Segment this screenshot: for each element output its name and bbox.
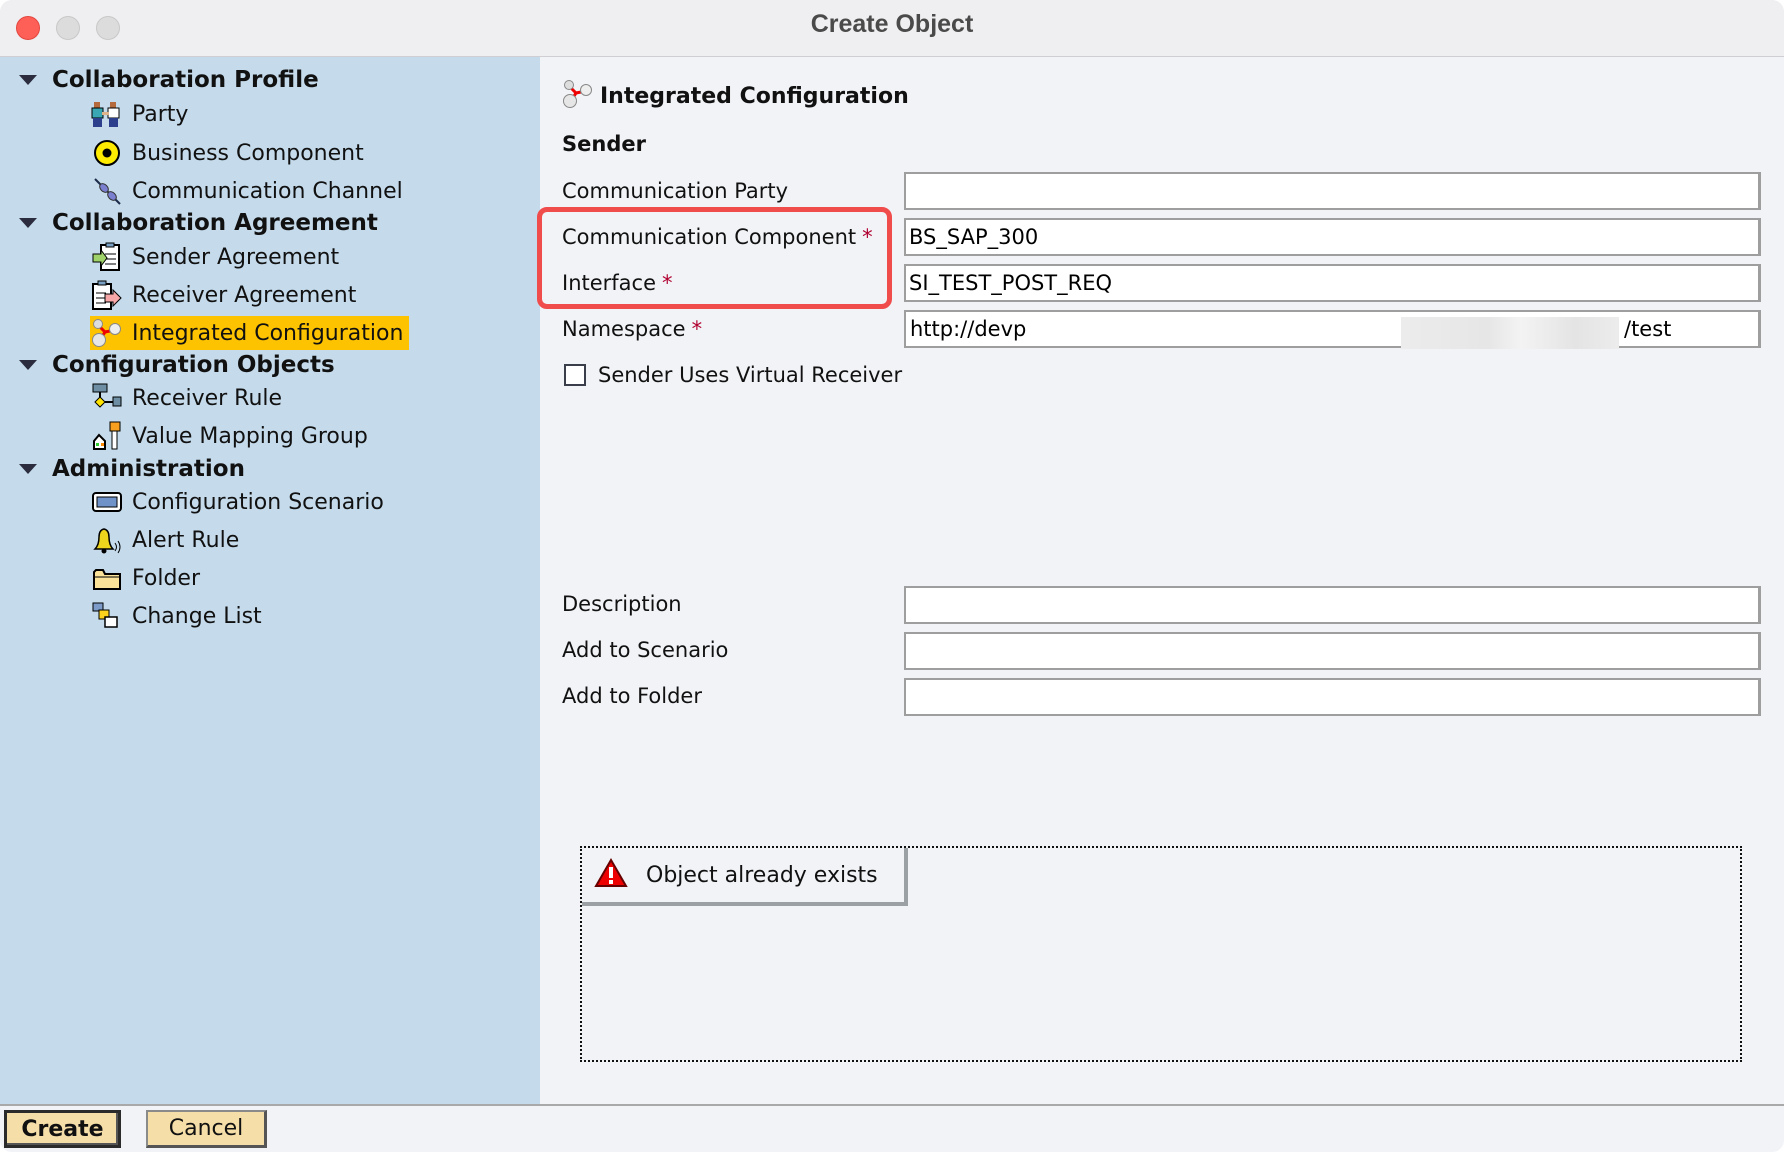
folder-icon (90, 563, 124, 593)
integrated-configuration-icon (90, 318, 124, 348)
change-list-icon (90, 601, 124, 631)
tree-item-folder[interactable]: Folder (90, 561, 206, 595)
redacted-region (1401, 317, 1619, 349)
tree-group-configuration-objects[interactable]: Configuration Objects (0, 348, 335, 382)
tree-item-value-mapping-group[interactable]: Value Mapping Group (90, 419, 374, 453)
interface-input[interactable] (904, 264, 1761, 302)
object-type-heading: Integrated Configuration (562, 79, 909, 113)
tree-item-communication-channel[interactable]: Communication Channel (90, 174, 409, 208)
object-form: Integrated Configuration Sender Communic… (537, 57, 1784, 1104)
communication-component-label: Communication Component * (562, 225, 873, 249)
expanded-caret-icon[interactable] (19, 75, 37, 85)
add-to-scenario-input[interactable] (904, 632, 1761, 670)
communication-party-label: Communication Party (562, 179, 789, 203)
configuration-scenario-icon (90, 487, 124, 517)
namespace-label: Namespace * (562, 317, 703, 341)
value-mapping-group-icon (90, 421, 124, 451)
receiver-agreement-icon (90, 280, 124, 310)
expanded-caret-icon[interactable] (19, 218, 37, 228)
error-warning-icon (594, 857, 628, 892)
section-sender-heading: Sender (562, 132, 646, 156)
namespace-value-prefix: http://devp (910, 317, 1027, 341)
tree-item-alert-rule[interactable]: Alert Rule (90, 523, 245, 557)
description-label: Description (562, 592, 682, 616)
tree-group-collaboration-agreement[interactable]: Collaboration Agreement (0, 206, 378, 240)
expanded-caret-icon[interactable] (19, 360, 37, 370)
expanded-caret-icon[interactable] (19, 464, 37, 474)
object-type-tree: Collaboration Profile Party Business Com… (0, 57, 540, 1104)
cancel-button[interactable]: Cancel (146, 1110, 267, 1148)
party-icon (90, 99, 124, 129)
required-marker: * (691, 317, 703, 341)
create-button[interactable]: Create (4, 1110, 121, 1148)
virtual-receiver-checkbox[interactable] (564, 364, 586, 386)
business-component-icon (90, 138, 124, 168)
receiver-rule-icon (90, 383, 124, 413)
alert-rule-icon (90, 525, 124, 555)
tree-item-receiver-rule[interactable]: Receiver Rule (90, 381, 288, 415)
tree-item-sender-agreement[interactable]: Sender Agreement (90, 240, 345, 274)
tree-group-collaboration-profile[interactable]: Collaboration Profile (0, 63, 319, 97)
tree-item-integrated-configuration[interactable]: Integrated Configuration (90, 316, 410, 350)
error-message: Object already exists (582, 848, 908, 906)
tree-group-administration[interactable]: Administration (0, 452, 245, 486)
integrated-configuration-icon (562, 79, 594, 113)
virtual-receiver-option[interactable]: Sender Uses Virtual Receiver (564, 363, 902, 387)
required-marker: * (862, 225, 873, 249)
communication-channel-icon (90, 176, 124, 206)
create-object-dialog: Create Object Collaboration Profile Part… (0, 0, 1784, 1152)
sender-agreement-icon (90, 242, 124, 272)
message-area: Object already exists (580, 846, 1742, 1062)
add-to-scenario-label: Add to Scenario (562, 638, 729, 662)
tree-item-configuration-scenario[interactable]: Configuration Scenario (90, 485, 390, 519)
tree-item-party[interactable]: Party (90, 97, 194, 131)
tree-item-change-list[interactable]: Change List (90, 599, 268, 633)
required-marker: * (662, 271, 673, 295)
interface-label: Interface * (562, 271, 673, 295)
namespace-value-suffix: /test (1624, 317, 1672, 341)
dialog-footer: Create Cancel (0, 1104, 1784, 1152)
communication-component-input[interactable] (904, 218, 1761, 256)
add-to-folder-input[interactable] (904, 678, 1761, 716)
description-input[interactable] (904, 586, 1761, 624)
window-title: Create Object (810, 10, 974, 38)
add-to-folder-label: Add to Folder (562, 684, 702, 708)
namespace-input[interactable]: http://devp /test (904, 310, 1761, 349)
tree-item-receiver-agreement[interactable]: Receiver Agreement (90, 278, 362, 312)
title-bar: Create Object (0, 0, 1784, 57)
communication-party-input[interactable] (904, 172, 1761, 210)
tree-item-business-component[interactable]: Business Component (90, 136, 370, 170)
